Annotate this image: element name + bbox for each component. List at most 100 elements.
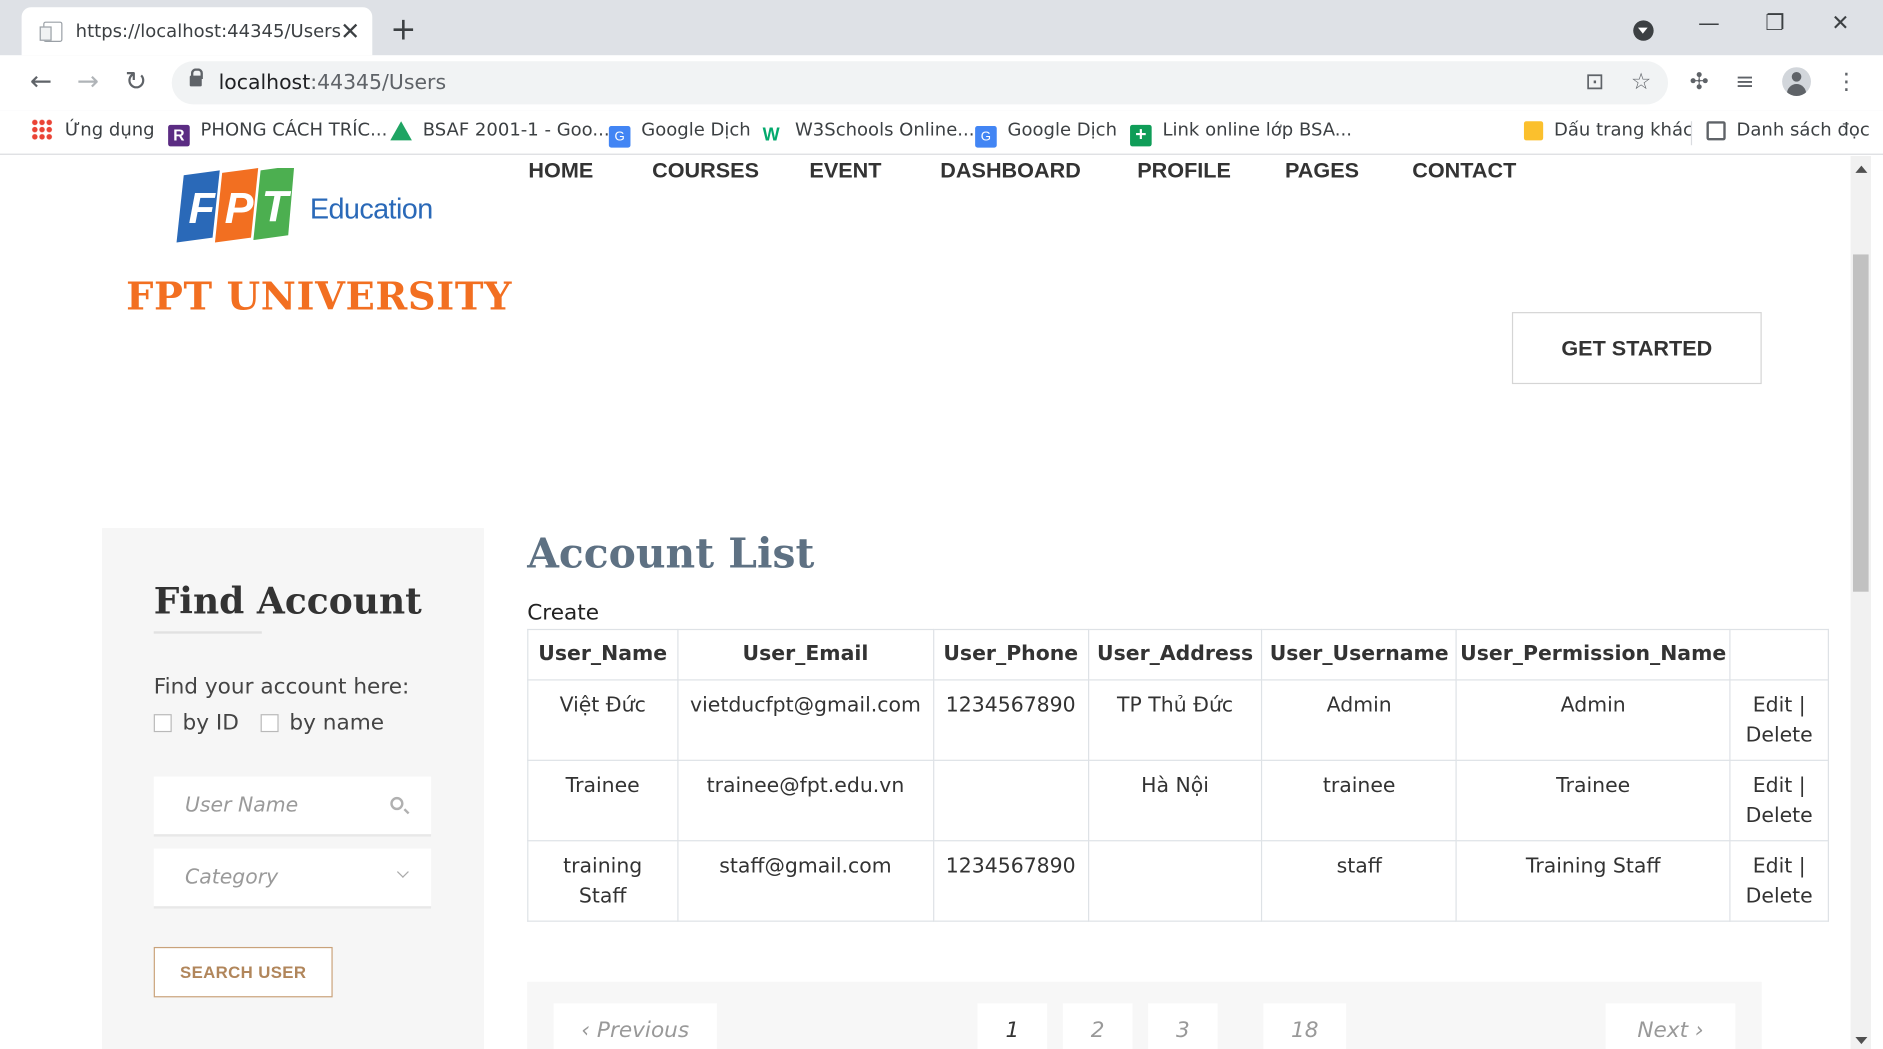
nav-pages[interactable]: PAGES xyxy=(1285,158,1359,183)
cell-username: staff xyxy=(1261,840,1457,922)
google-translate-icon: G xyxy=(608,126,631,148)
vertical-scrollbar[interactable] xyxy=(1850,156,1872,1049)
by-name-checkbox[interactable]: by name xyxy=(260,711,384,736)
category-select[interactable]: Category xyxy=(153,848,432,909)
forward-arrow-icon[interactable]: → xyxy=(77,67,99,97)
svg-text:T: T xyxy=(262,183,292,231)
cell-address xyxy=(1087,840,1263,922)
browser-chrome: https://localhost:44345/Users ✕ + — ❐ ✕ … xyxy=(0,0,1883,155)
bookmark-link-online[interactable]: + Link online lớp BSA... xyxy=(1130,119,1352,147)
bookmark-phong-cach[interactable]: R PHONG CÁCH TRÍC... xyxy=(168,119,387,147)
pagination: ‹ Previous 1 2 3 18 Next › xyxy=(527,981,1762,1049)
cell-permission: Admin xyxy=(1455,679,1731,761)
star-icon[interactable]: ☆ xyxy=(1631,68,1651,94)
minimize-icon[interactable]: — xyxy=(1698,11,1720,36)
scrollbar-thumb[interactable] xyxy=(1852,254,1869,592)
table-row: Trainee trainee@fpt.edu.vn Hà Nội traine… xyxy=(527,759,1829,842)
title-divider xyxy=(153,631,262,634)
page-2-button[interactable]: 2 xyxy=(1062,1003,1133,1049)
nav-home[interactable]: HOME xyxy=(528,158,593,183)
reading-list-icon xyxy=(1706,121,1726,141)
bookmark-other-folder[interactable]: Dấu trang khác xyxy=(1523,119,1693,141)
browser-window: https://localhost:44345/Users ✕ + — ❐ ✕ … xyxy=(0,0,1883,1049)
next-page-button[interactable]: Next › xyxy=(1605,1003,1736,1049)
delete-link[interactable]: Delete xyxy=(1746,885,1813,909)
page-3-button[interactable]: 3 xyxy=(1148,1003,1218,1049)
header-user-permission: User_Permission_Name xyxy=(1455,628,1731,681)
close-tab-icon[interactable]: ✕ xyxy=(340,17,360,47)
search-placeholder: User Name xyxy=(184,793,299,818)
by-id-checkbox[interactable]: by ID xyxy=(153,711,239,736)
bookmark-apps[interactable]: Ứng dụng xyxy=(31,118,155,141)
bookmark-google-dich-1[interactable]: G Google Dịch xyxy=(608,119,751,148)
delete-link[interactable]: Delete xyxy=(1746,804,1813,828)
more-menu-icon[interactable]: ⋮ xyxy=(1835,68,1858,94)
category-placeholder: Category xyxy=(184,865,279,890)
edit-link[interactable]: Edit | xyxy=(1753,774,1806,798)
nav-contact[interactable]: CONTACT xyxy=(1412,158,1516,183)
translate-icon[interactable]: ⊡ xyxy=(1585,68,1604,94)
plus-sheet-icon: + xyxy=(1130,124,1152,147)
r-logo-icon: R xyxy=(168,124,190,147)
bookmark-w3schools[interactable]: W W3Schools Online... xyxy=(763,119,975,147)
scroll-down-arrow-icon[interactable] xyxy=(1855,1036,1868,1045)
scroll-up-arrow-icon[interactable] xyxy=(1855,165,1868,173)
svg-text:P: P xyxy=(225,185,254,233)
checkbox-box-icon[interactable] xyxy=(153,714,172,733)
delete-link[interactable]: Delete xyxy=(1746,724,1813,748)
create-link[interactable]: Create xyxy=(527,600,599,625)
nav-dashboard[interactable]: DASHBOARD xyxy=(940,158,1081,183)
fpt-education-logo[interactable]: F P T Education FPT UNIVERSITY xyxy=(126,168,511,319)
google-drive-icon xyxy=(390,121,412,141)
header-user-address: User_Address xyxy=(1087,628,1263,681)
search-user-button[interactable]: SEARCH USER xyxy=(153,946,333,998)
get-started-button[interactable]: GET STARTED xyxy=(1511,312,1762,385)
cell-name: Trainee xyxy=(527,759,679,842)
page-18-button[interactable]: 18 xyxy=(1263,1003,1347,1049)
cell-permission: Training Staff xyxy=(1455,840,1731,922)
edit-link[interactable]: Edit | xyxy=(1753,694,1806,718)
checkbox-box-icon[interactable] xyxy=(260,714,279,733)
nav-courses[interactable]: COURSES xyxy=(652,158,759,183)
window-close-icon[interactable]: ✕ xyxy=(1831,11,1849,36)
profile-avatar-icon[interactable] xyxy=(1782,67,1811,97)
tab-search-icon[interactable] xyxy=(1633,20,1654,41)
back-arrow-icon[interactable]: ← xyxy=(30,67,52,97)
restore-icon[interactable]: ❐ xyxy=(1765,11,1784,36)
header-user-name: User_Name xyxy=(527,628,679,681)
logo-education-text: Education xyxy=(309,193,433,226)
google-translate-icon: G xyxy=(975,126,997,148)
search-icon[interactable] xyxy=(390,796,404,811)
media-queue-icon[interactable]: ≡ xyxy=(1735,68,1754,94)
cell-name: Việt Đức xyxy=(527,679,679,761)
svg-text:F: F xyxy=(189,185,217,233)
extensions-puzzle-icon[interactable]: ✣ xyxy=(1690,68,1709,94)
cell-email: staff@gmail.com xyxy=(676,840,934,922)
bookmark-bsaf[interactable]: BSAF 2001-1 - Goo... xyxy=(390,119,610,141)
table-row: training Staff staff@gmail.com 123456789… xyxy=(527,840,1829,922)
sidebar-instruction: Find your account here: xyxy=(153,674,410,700)
new-tab-button[interactable]: + xyxy=(390,12,416,48)
find-account-sidebar: Find Account Find your account here: by … xyxy=(102,528,484,1049)
reload-icon[interactable]: ↻ xyxy=(125,67,147,97)
fpt-logo-mark-icon: F P T xyxy=(176,168,295,243)
tab-title: https://localhost:44345/Users xyxy=(75,20,341,43)
header-user-username: User_Username xyxy=(1261,628,1457,681)
bookmark-reading-list[interactable]: Danh sách đọc xyxy=(1706,119,1870,141)
cell-name: training Staff xyxy=(527,840,679,922)
apps-grid-icon xyxy=(31,118,53,141)
edit-link[interactable]: Edit | xyxy=(1753,855,1806,879)
previous-page-button[interactable]: ‹ Previous xyxy=(553,1003,717,1049)
browser-tab[interactable]: https://localhost:44345/Users ✕ xyxy=(21,7,373,56)
header-user-email: User_Email xyxy=(676,628,934,681)
header-actions xyxy=(1729,628,1829,681)
bookmarks-divider xyxy=(1690,121,1693,146)
bookmark-google-dich-2[interactable]: G Google Dịch xyxy=(975,119,1117,148)
page-1-button[interactable]: 1 xyxy=(977,1003,1048,1049)
user-name-search-input[interactable]: User Name xyxy=(153,776,432,837)
nav-profile[interactable]: PROFILE xyxy=(1137,158,1231,183)
nav-event[interactable]: EVENT xyxy=(809,158,881,183)
url-text[interactable]: localhost:44345/Users xyxy=(219,71,447,95)
address-bar[interactable]: localhost:44345/Users ⊡ ☆ xyxy=(171,61,1669,105)
lock-icon[interactable] xyxy=(189,68,203,87)
